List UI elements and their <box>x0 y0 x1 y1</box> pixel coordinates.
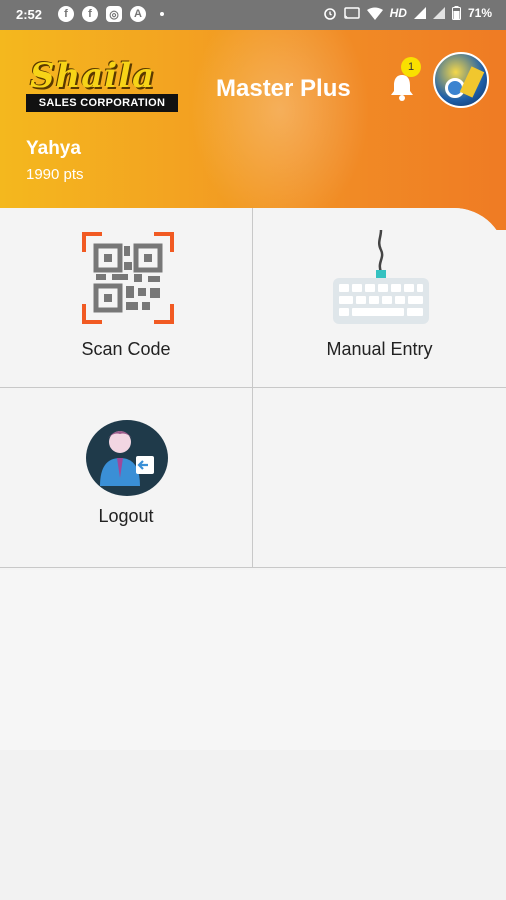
brand-logo: Shaila SALES CORPORATION <box>26 56 178 112</box>
cast-icon <box>343 7 360 19</box>
manual-entry-button[interactable]: Manual Entry <box>253 208 506 387</box>
status-bar: 2:52 f f ◎ A HD 71% <box>0 0 506 30</box>
wifi-icon <box>366 7 383 20</box>
logout-icon <box>86 420 168 496</box>
content-background <box>0 570 506 900</box>
signal-icon <box>432 7 445 19</box>
status-time: 2:52 <box>16 7 43 22</box>
user-points: 1990 pts <box>26 166 84 183</box>
battery-level: 71% <box>467 6 492 20</box>
signal-icon <box>413 7 426 19</box>
logout-label: Logout <box>98 506 154 526</box>
qr-scan-icon <box>82 232 174 324</box>
keyboard-icon <box>333 229 429 324</box>
battery-icon <box>451 6 461 20</box>
content-background-lower <box>0 750 506 900</box>
notification-icons: f f ◎ A <box>58 6 164 22</box>
logo-brand-text: Shaila <box>30 56 156 96</box>
a-icon: A <box>130 6 146 22</box>
logo-sub-text: SALES CORPORATION <box>26 94 178 112</box>
grid-divider <box>0 567 506 568</box>
facebook-icon: f <box>82 6 98 22</box>
header-banner: Shaila SALES CORPORATION Master Plus 1 Y… <box>0 30 506 230</box>
menu-grid: Scan Code Manual Entry Logout <box>0 208 506 570</box>
more-notifications-dot <box>160 12 164 16</box>
logout-button[interactable]: Logout <box>0 388 252 567</box>
notification-badge: 1 <box>401 57 421 77</box>
user-name: Yahya <box>26 138 81 159</box>
avatar-detail <box>459 66 485 98</box>
header-decoration <box>190 30 370 230</box>
avatar[interactable] <box>433 52 489 108</box>
network-label: HD <box>389 6 407 20</box>
app-title: Master Plus <box>216 75 351 102</box>
manual-entry-label: Manual Entry <box>326 339 433 359</box>
system-icons: HD 71% <box>323 6 492 20</box>
facebook-icon: f <box>58 6 74 22</box>
scan-code-button[interactable]: Scan Code <box>0 208 252 387</box>
instagram-icon: ◎ <box>106 6 122 22</box>
scan-code-label: Scan Code <box>81 339 171 359</box>
alarm-icon <box>323 8 336 20</box>
empty-cell <box>253 388 506 567</box>
